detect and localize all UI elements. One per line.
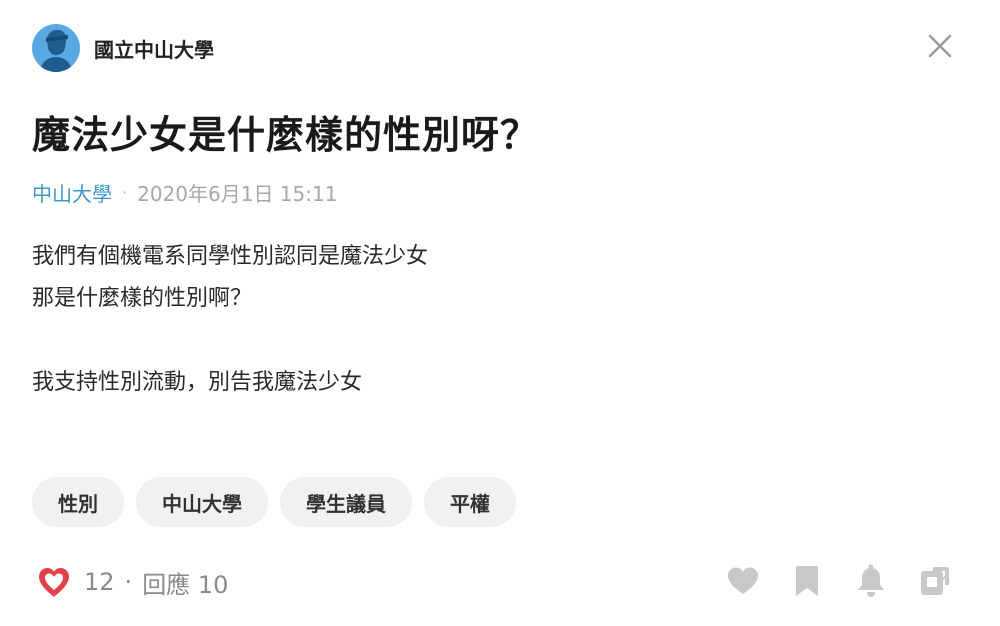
tag-chip[interactable]: 中山大學 — [136, 477, 268, 527]
body-line: 我們有個機電系同學性別認同是魔法少女 — [32, 244, 429, 269]
post-timestamp: 2020年6月1日 15:11 — [137, 182, 338, 206]
close-icon — [928, 34, 952, 58]
bell-icon — [858, 564, 884, 597]
post-header: 國立中山大學 — [32, 22, 214, 74]
like-button[interactable] — [726, 562, 760, 600]
bookmark-icon — [796, 566, 818, 596]
like-count: 12 — [84, 568, 115, 596]
tag-chip[interactable]: 性別 — [32, 477, 124, 527]
meta-separator: · — [122, 183, 128, 202]
close-button[interactable] — [924, 30, 956, 62]
person-silhouette-icon — [40, 29, 72, 72]
board-avatar[interactable] — [32, 24, 80, 72]
tag-list: 性別 中山大學 學生議員 平權 — [32, 477, 516, 527]
stats-separator: · — [124, 568, 133, 596]
author-link[interactable]: 中山大學 — [32, 178, 112, 207]
tag-chip[interactable]: 平權 — [424, 477, 516, 527]
reply-count[interactable]: 回應 10 — [142, 565, 228, 600]
heart-outline-icon — [728, 567, 758, 594]
bookmark-button[interactable] — [790, 562, 824, 600]
post-actions — [726, 562, 952, 600]
heart-icon[interactable] — [34, 562, 74, 602]
board-name[interactable]: 國立中山大學 — [94, 34, 214, 63]
post-stats: 12 · 回應 10 — [34, 560, 228, 604]
tag-chip[interactable]: 學生議員 — [280, 477, 412, 527]
post-title: 魔法少女是什麼樣的性別呀？ — [32, 113, 540, 157]
post-meta: 中山大學 · 2020年6月1日 15:11 — [32, 178, 337, 207]
notify-button[interactable] — [854, 562, 888, 600]
share-button[interactable] — [918, 562, 952, 600]
body-line: 那是什麼樣的性別啊？ — [32, 286, 253, 311]
body-line: 我支持性別流動，別告我魔法少女 — [32, 370, 363, 395]
share-icon — [921, 567, 950, 595]
post-body: 我們有個機電系同學性別認同是魔法少女 那是什麼樣的性別啊？ 我支持性別流動，別告… — [32, 236, 428, 404]
